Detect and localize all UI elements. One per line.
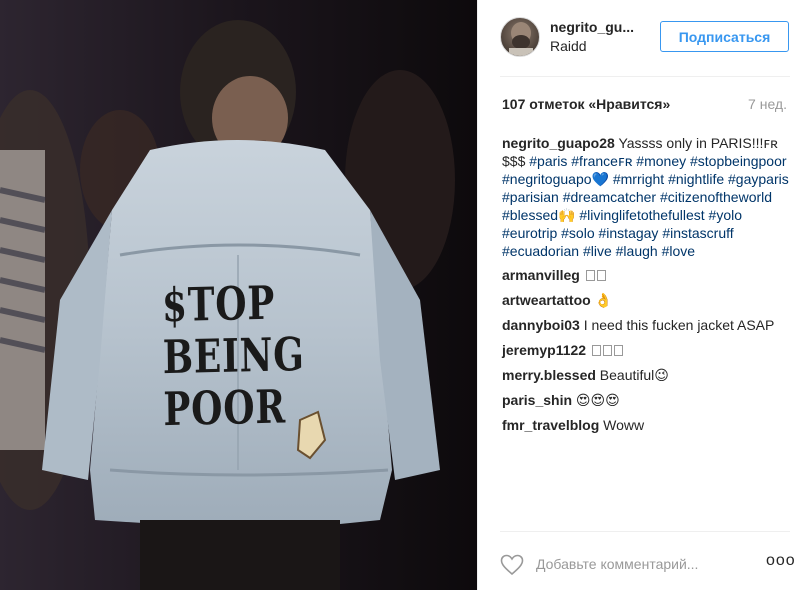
- post-sidebar: negrito_gu... Raidd Подписаться 107 отме…: [477, 0, 809, 590]
- comment-item: fmr_travelblog Woww: [502, 416, 794, 434]
- comment-item: merry.blessed Beautiful😉: [502, 366, 794, 384]
- slogan-line-2: BEING: [162, 327, 305, 385]
- comment-username[interactable]: paris_shin: [502, 392, 572, 408]
- caption-username[interactable]: negrito_guapo28: [502, 135, 615, 151]
- comment-item: dannyboi03 I need this fucken jacket ASA…: [502, 316, 794, 334]
- post-header: negrito_gu... Raidd Подписаться: [478, 0, 809, 76]
- comment-text: Woww: [603, 417, 645, 433]
- comment-username[interactable]: fmr_travelblog: [502, 417, 599, 433]
- post-photo[interactable]: $TOP BEING POOR: [0, 0, 477, 590]
- more-options-icon[interactable]: ooo: [766, 552, 796, 570]
- comment-text: Beautiful😉: [599, 367, 669, 383]
- comment-username[interactable]: armanvilleg: [502, 267, 580, 283]
- post-location[interactable]: Raidd: [550, 38, 587, 54]
- comment-username[interactable]: merry.blessed: [502, 367, 596, 383]
- comment-text: I need this fucken jacket ASAP: [583, 317, 775, 333]
- footer-divider: [500, 531, 790, 532]
- comment-username[interactable]: dannyboi03: [502, 317, 580, 333]
- follow-button[interactable]: Подписаться: [660, 21, 789, 52]
- slogan-line-1: $TOP: [161, 275, 276, 333]
- jacket-slogan: $TOP BEING POOR: [161, 275, 305, 437]
- comment-item: artweartattoo 👌: [502, 291, 794, 309]
- slogan-line-3: POOR: [163, 379, 287, 437]
- header-divider: [500, 76, 790, 77]
- comment-item: armanvilleg: [502, 266, 794, 284]
- comments-list: negrito_guapo28 Yassss only in PARIS!!!ꜰ…: [502, 134, 794, 441]
- post-username[interactable]: negrito_gu...: [550, 19, 634, 35]
- avatar[interactable]: [500, 17, 540, 57]
- emoji-placeholder-icon: [584, 267, 606, 283]
- post-footer: Добавьте комментарий... ooo: [478, 546, 809, 590]
- emoji-placeholder-icon: [590, 342, 623, 358]
- add-comment-input[interactable]: Добавьте комментарий...: [536, 556, 698, 572]
- caption-hashtags[interactable]: #paris #franceꜰʀ #money #stopbeingpoor #…: [502, 153, 789, 259]
- post-time[interactable]: 7 нед.: [748, 96, 787, 112]
- comment-text: 😍😍😍: [575, 392, 620, 408]
- comment-username[interactable]: artweartattoo: [502, 292, 591, 308]
- comment-text: 👌: [594, 292, 613, 308]
- heart-icon[interactable]: [500, 553, 524, 577]
- avatar-image: [509, 22, 533, 56]
- post-caption: negrito_guapo28 Yassss only in PARIS!!!ꜰ…: [502, 134, 794, 260]
- comment-item: paris_shin 😍😍😍: [502, 391, 794, 409]
- likes-count[interactable]: 107 отметок «Нравится»: [502, 96, 670, 112]
- comment-username[interactable]: jeremyp1122: [502, 342, 586, 358]
- comment-item: jeremyp1122: [502, 341, 794, 359]
